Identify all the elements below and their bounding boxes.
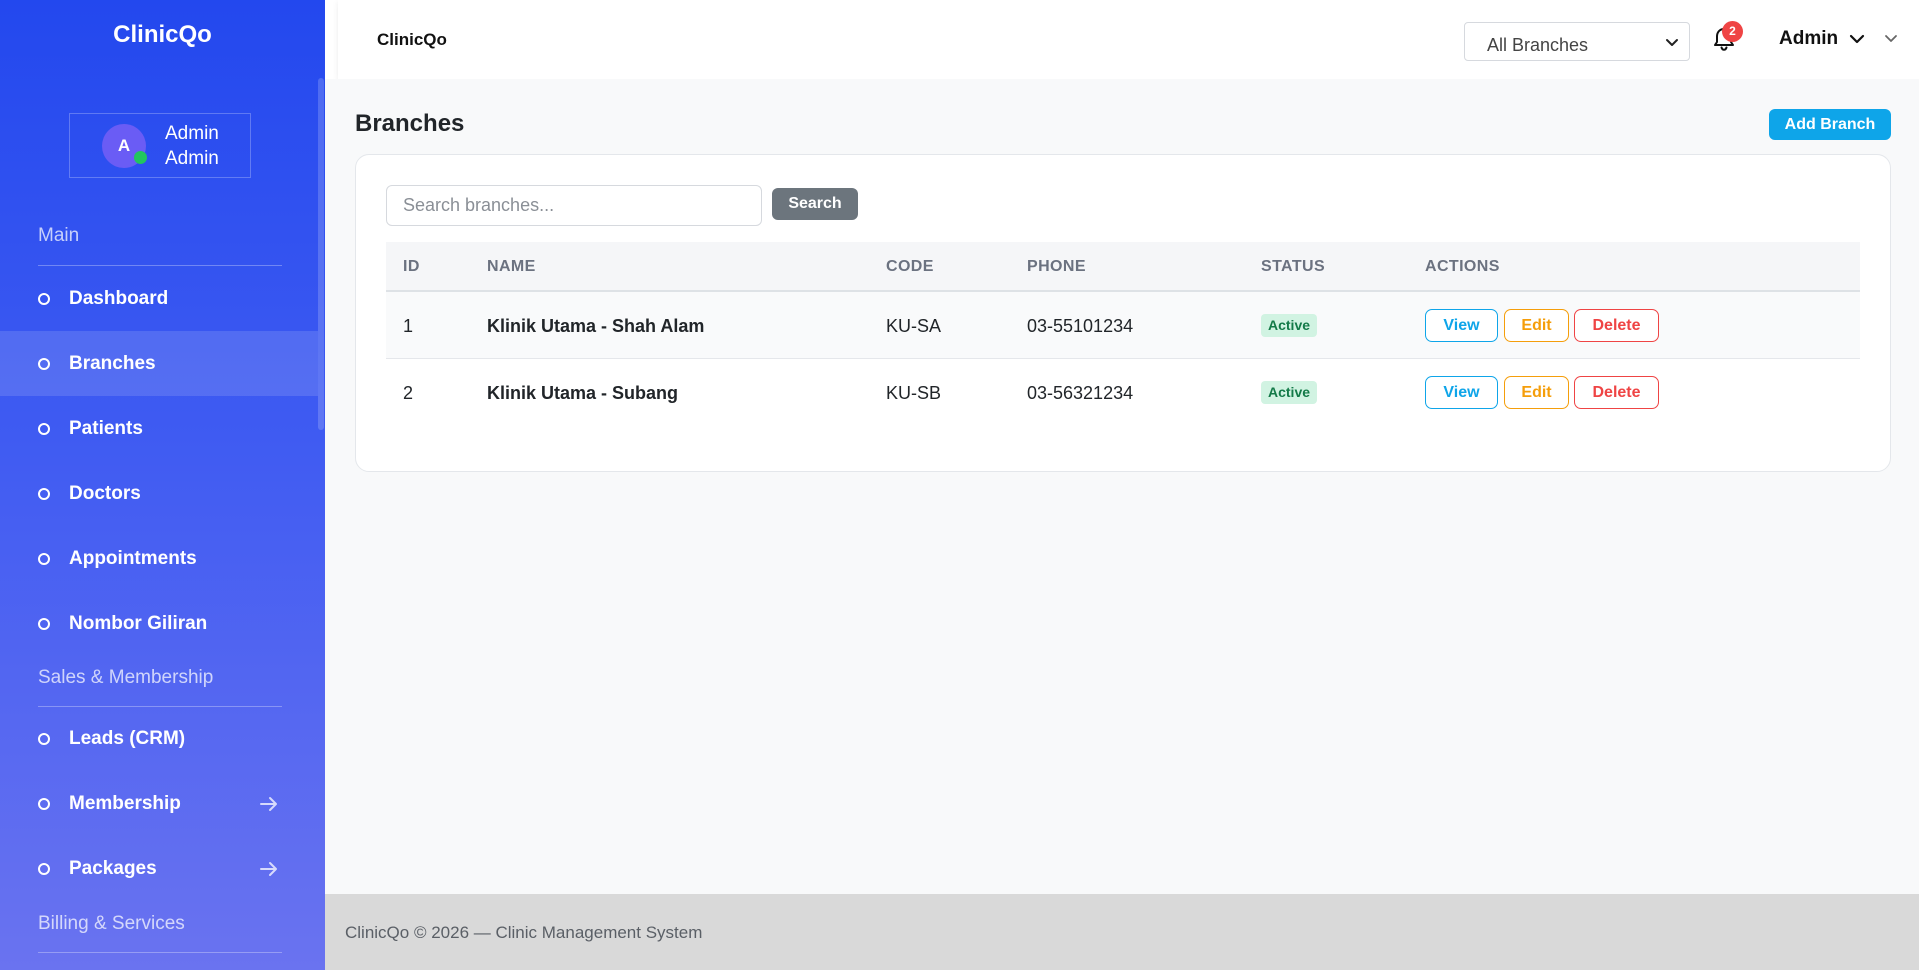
- status-badge: Active: [1261, 381, 1318, 404]
- page-title: Branches: [355, 110, 465, 137]
- footer-text: ClinicQo © 2026 — Clinic Management Syst…: [345, 923, 703, 942]
- cell-phone: 03-56321234: [1027, 383, 1134, 403]
- circle-icon: [38, 487, 50, 500]
- sidebar-section-sales: Sales & Membership: [38, 667, 214, 688]
- branch-select-value: All Branches: [1487, 35, 1589, 55]
- cell-name: Klinik Utama - Shah Alam: [487, 316, 705, 336]
- sidebar-item-label: Membership: [69, 792, 181, 814]
- circle-icon: [38, 797, 50, 810]
- branches-card: Search ID NAME CODE PHONE STATUS ACTIONS…: [355, 154, 1891, 472]
- add-branch-button[interactable]: Add Branch: [1769, 109, 1891, 140]
- table-header: ID NAME CODE PHONE STATUS ACTIONS: [386, 242, 1860, 292]
- cell-id: 2: [403, 383, 414, 403]
- sidebar-scrollbar[interactable]: [318, 78, 324, 430]
- circle-icon: [38, 617, 50, 630]
- circle-icon: [38, 552, 50, 565]
- edit-button[interactable]: Edit: [1504, 309, 1569, 342]
- chevron-down-icon[interactable]: [1849, 32, 1865, 46]
- table-row: 1 Klinik Utama - Shah Alam KU-SA 03-5510…: [386, 292, 1860, 359]
- circle-icon: [38, 422, 50, 435]
- sidebar-brand[interactable]: ClinicQo: [0, 0, 325, 70]
- top-header: ClinicQo All Branches 2 Admin: [338, 0, 1919, 79]
- sidebar-item-label: Patients: [69, 417, 143, 439]
- cell-code: KU-SA: [886, 316, 942, 336]
- circle-icon: [38, 292, 50, 305]
- status-badge: Active: [1261, 314, 1318, 337]
- sidebar-item-label: Leads (CRM): [69, 727, 186, 749]
- table-row: 2 Klinik Utama - Subang KU-SB 03-5632123…: [386, 359, 1860, 426]
- sidebar-user-name: Admin: [165, 122, 219, 144]
- cell-code: KU-SB: [886, 383, 942, 403]
- column-header-id[interactable]: ID: [403, 258, 420, 276]
- sidebar-item-membership[interactable]: Membership: [0, 771, 318, 836]
- column-header-actions: ACTIONS: [1425, 258, 1500, 275]
- sidebar-item-packages[interactable]: Packages: [0, 836, 318, 901]
- delete-button[interactable]: Delete: [1574, 376, 1659, 409]
- column-header-name[interactable]: NAME: [487, 258, 536, 276]
- sidebar-item-appointments[interactable]: Appointments: [0, 526, 318, 591]
- cell-id: 1: [403, 316, 414, 336]
- cell-name: Klinik Utama - Subang: [487, 383, 679, 403]
- sidebar-item-patients[interactable]: Patients: [0, 396, 318, 461]
- sidebar-user-role: Admin: [165, 147, 219, 169]
- column-header-phone[interactable]: PHONE: [1027, 258, 1086, 276]
- sidebar-item-branches[interactable]: Branches: [0, 331, 318, 396]
- delete-button[interactable]: Delete: [1574, 309, 1659, 342]
- view-button[interactable]: View: [1425, 376, 1498, 409]
- branches-table: ID NAME CODE PHONE STATUS ACTIONS 1 Klin…: [386, 242, 1860, 426]
- avatar-initial: A: [117, 135, 131, 155]
- circle-icon: [38, 862, 50, 875]
- notification-badge: 2: [1722, 21, 1743, 42]
- header-title[interactable]: ClinicQo: [377, 30, 447, 50]
- sidebar-item-label: Doctors: [69, 482, 141, 504]
- sidebar-section-main: Main: [38, 225, 80, 246]
- circle-icon: [38, 732, 50, 745]
- sidebar-item-doctors[interactable]: Doctors: [0, 461, 318, 526]
- avatar: A: [102, 123, 147, 168]
- branch-select[interactable]: All Branches: [1464, 22, 1690, 61]
- column-header-status[interactable]: STATUS: [1261, 258, 1325, 276]
- sidebar-user-card[interactable]: A Admin Admin: [69, 113, 251, 178]
- arrow-right-icon: [260, 862, 277, 876]
- sidebar-divider: [38, 952, 282, 953]
- sidebar-item-label: Appointments: [69, 547, 197, 569]
- view-button[interactable]: View: [1425, 309, 1498, 342]
- column-header-code[interactable]: CODE: [886, 258, 934, 276]
- header-user-menu[interactable]: Admin: [1779, 28, 1838, 50]
- arrow-right-icon: [260, 797, 277, 811]
- sidebar-item-label: Nombor Giliran: [69, 612, 208, 634]
- circle-icon: [38, 357, 50, 370]
- edit-button[interactable]: Edit: [1504, 376, 1569, 409]
- search-input[interactable]: [386, 185, 762, 226]
- cell-phone: 03-55101234: [1027, 316, 1134, 336]
- sidebar: ClinicQo A Admin Admin Main Dashboard Br…: [0, 0, 325, 970]
- sidebar-item-label: Dashboard: [69, 287, 169, 309]
- search-button[interactable]: Search: [772, 188, 858, 220]
- sidebar-section-billing: Billing & Services: [38, 913, 185, 934]
- chevron-down-icon: [1666, 39, 1678, 46]
- sidebar-item-dashboard[interactable]: Dashboard: [0, 266, 318, 331]
- sidebar-item-label: Branches: [69, 352, 156, 374]
- sidebar-item-leads[interactable]: Leads (CRM): [0, 706, 318, 771]
- footer: ClinicQo © 2026 — Clinic Management Syst…: [325, 894, 1919, 970]
- sidebar-item-label: Packages: [69, 857, 157, 879]
- sidebar-item-nombor-giliran[interactable]: Nombor Giliran: [0, 591, 318, 656]
- online-status-dot: [134, 150, 147, 164]
- chevron-down-icon[interactable]: [1884, 33, 1898, 45]
- sidebar-user-info: Admin Admin: [165, 121, 219, 171]
